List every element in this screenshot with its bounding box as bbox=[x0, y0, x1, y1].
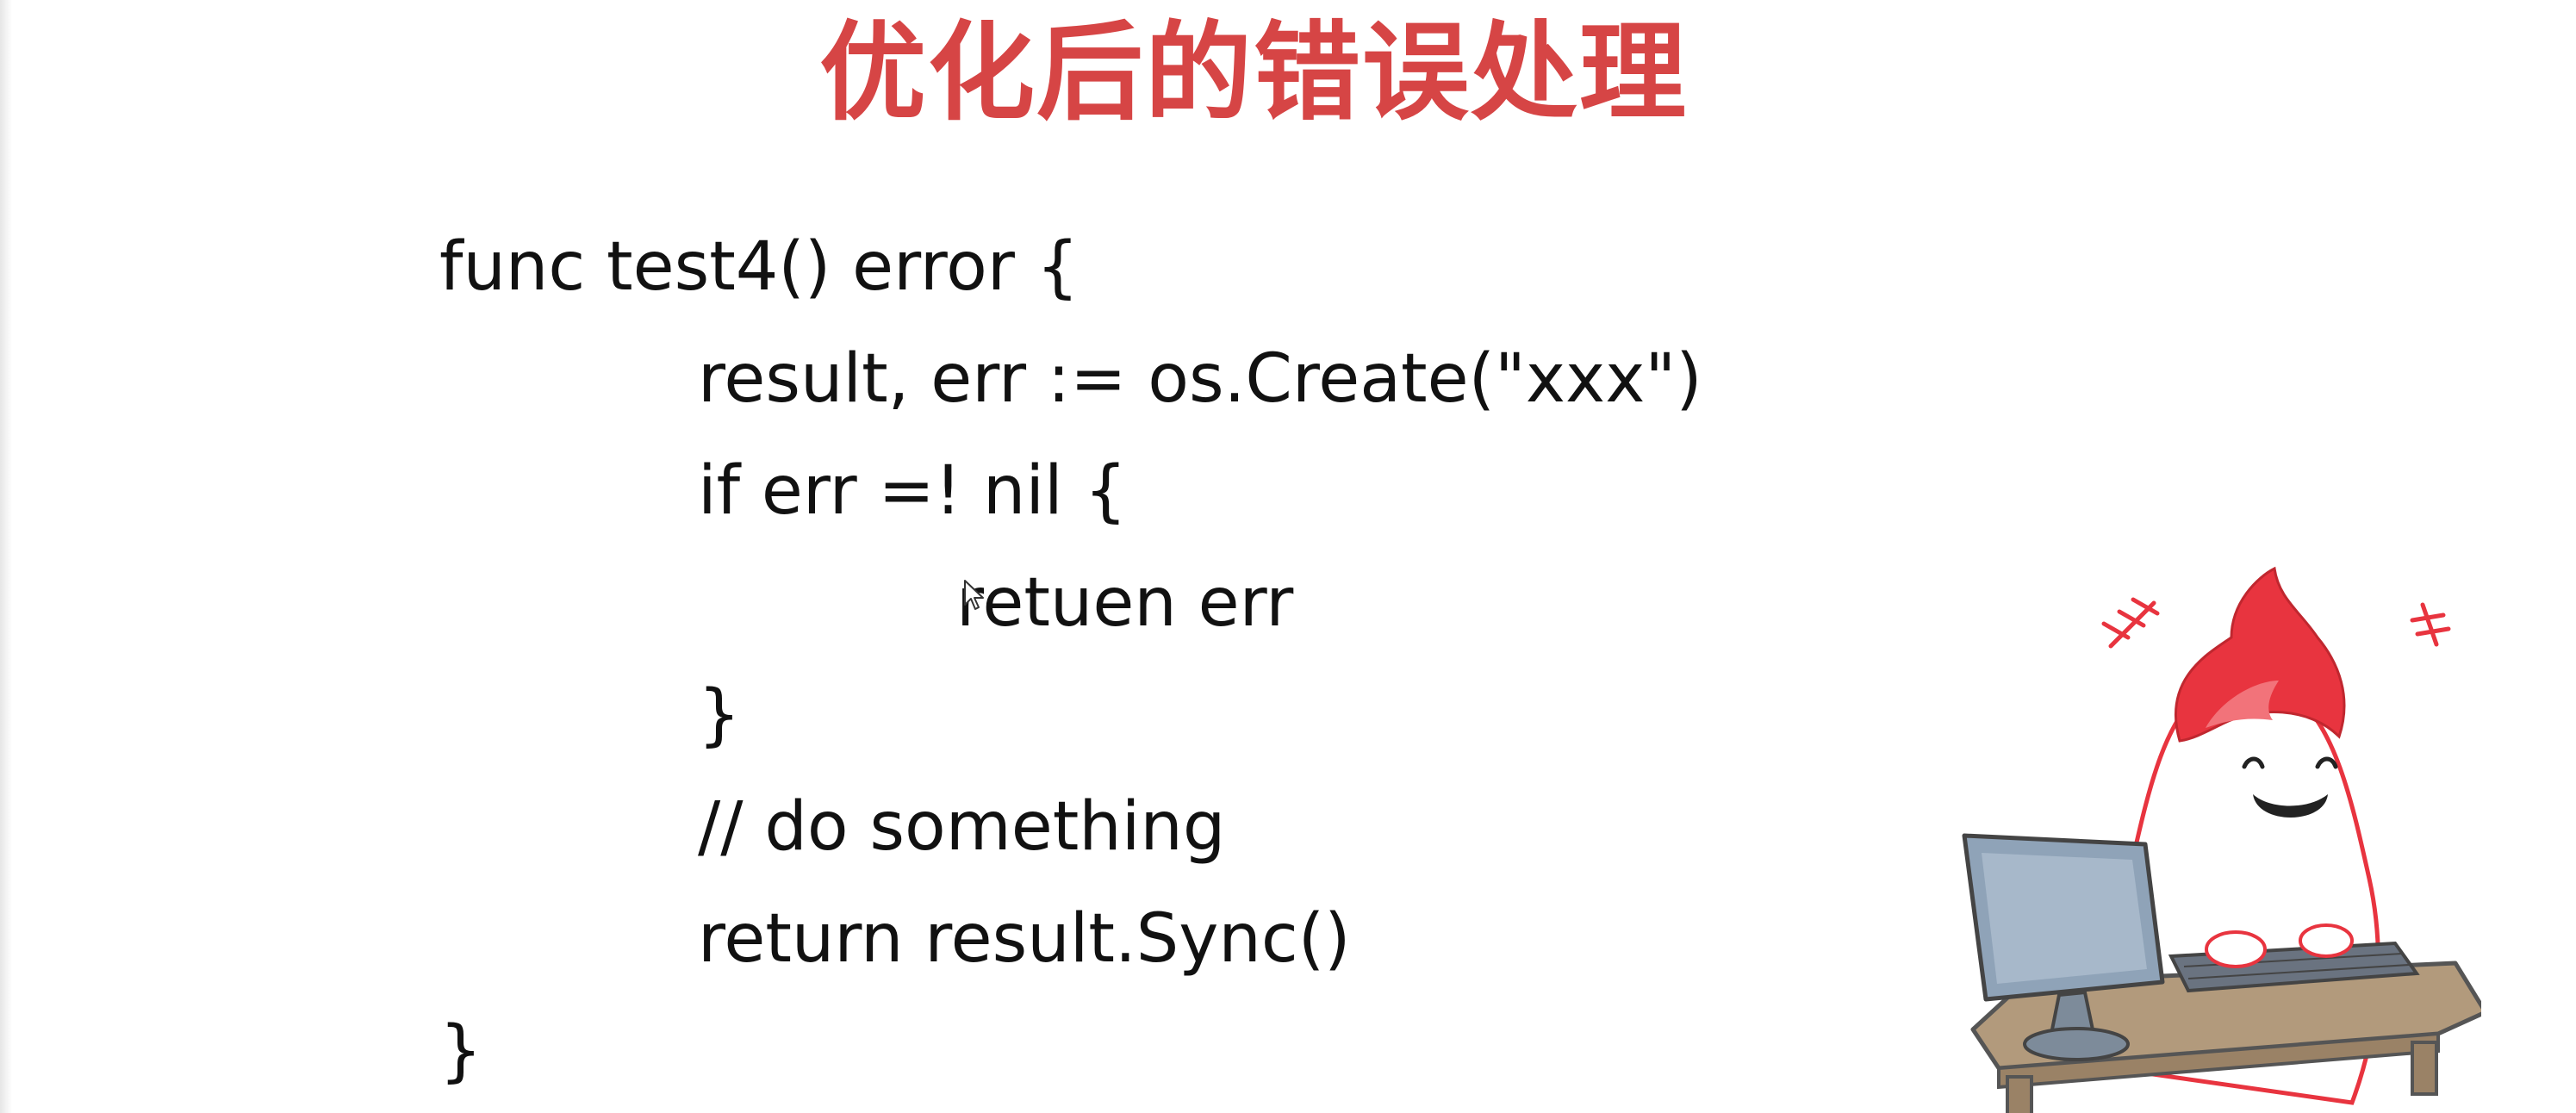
code-line: return result.Sync() bbox=[698, 900, 1351, 978]
slide-title: 优化后的错误处理 bbox=[818, 14, 1688, 133]
code-line: if err =! nil { bbox=[698, 452, 1128, 530]
slide-left-edge-shadow bbox=[0, 0, 12, 1113]
mouse-pointer-icon bbox=[964, 580, 984, 610]
code-line: } bbox=[698, 676, 741, 754]
code-line: retuen err bbox=[956, 564, 1294, 642]
code-line: } bbox=[439, 1012, 482, 1090]
slide: 优化后的错误处理 func test4() error { result, er… bbox=[0, 0, 2576, 1113]
code-line: // do something bbox=[698, 788, 1226, 866]
code-line: result, err := os.Create("xxx") bbox=[698, 340, 1702, 418]
flame-head-mascot-at-computer-icon bbox=[1962, 566, 2481, 1113]
code-line: func test4() error { bbox=[439, 228, 1080, 306]
